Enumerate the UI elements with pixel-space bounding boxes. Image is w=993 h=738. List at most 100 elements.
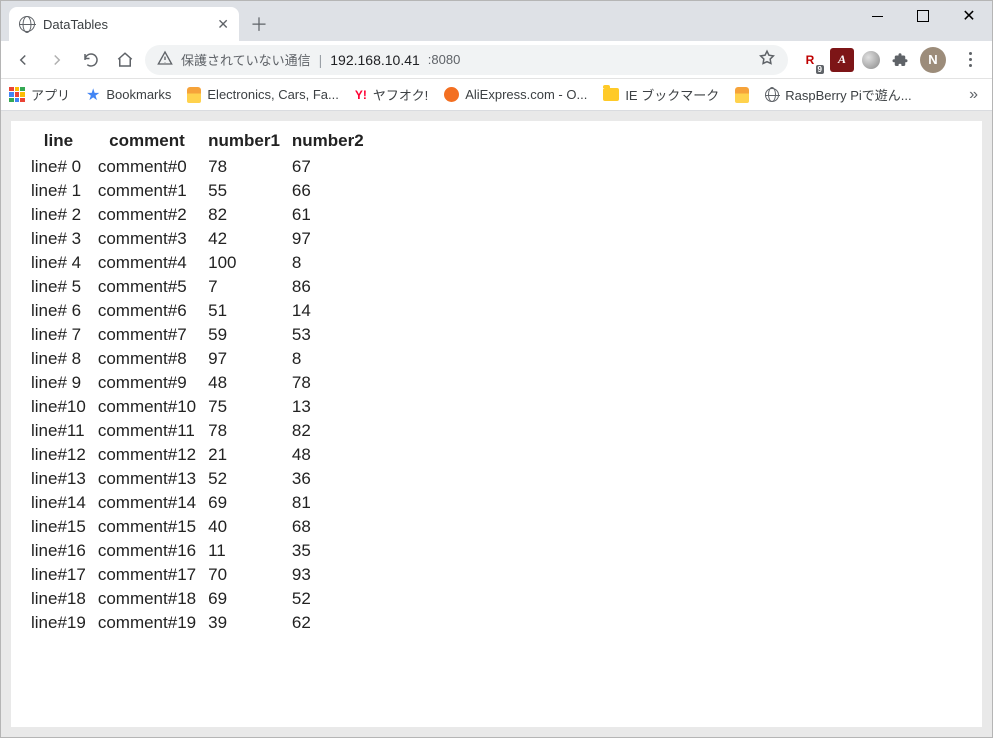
bookmarks-bar: アプリ ★ Bookmarks Electronics, Cars, Fa...… (1, 79, 992, 111)
table-row: line# 8comment#8978 (25, 347, 370, 371)
bag-icon (187, 87, 201, 103)
cell-number1: 82 (202, 203, 286, 227)
extension-acrobat[interactable]: A (830, 48, 854, 72)
cell-line: line#18 (25, 587, 92, 611)
reload-button[interactable] (77, 46, 105, 74)
cell-number2: 97 (286, 227, 370, 251)
cell-line: line# 7 (25, 323, 92, 347)
cell-number1: 69 (202, 587, 286, 611)
window-controls: ✕ (854, 1, 992, 31)
chrome-menu-button[interactable] (956, 52, 984, 67)
cell-number2: 68 (286, 515, 370, 539)
profile-avatar[interactable]: N (920, 47, 946, 73)
bookmark-ie-folder[interactable]: IE ブックマーク (603, 85, 719, 104)
viewport: line comment number1 number2 line# 0comm… (1, 111, 992, 737)
cell-line: line#12 (25, 443, 92, 467)
bookmark-label: ヤフオク! (373, 85, 428, 104)
cell-number1: 70 (202, 563, 286, 587)
toolbar: 保護されていない通信 | 192.168.10.41:8080 R9 A N (1, 41, 992, 79)
folder-icon (603, 88, 619, 101)
cell-number1: 75 (202, 395, 286, 419)
bookmark-bookmarks[interactable]: ★ Bookmarks (86, 85, 171, 105)
cell-comment: comment#10 (92, 395, 202, 419)
extension-generic[interactable] (862, 51, 880, 69)
col-number2[interactable]: number2 (286, 129, 370, 155)
cell-comment: comment#9 (92, 371, 202, 395)
bookmark-raspberry[interactable]: RaspBerry Piで遊ん... (765, 85, 911, 104)
window-maximize-button[interactable] (900, 1, 946, 31)
cell-number2: 14 (286, 299, 370, 323)
cell-comment: comment#2 (92, 203, 202, 227)
bookmark-yahoo[interactable]: Y! ヤフオク! (355, 85, 428, 104)
table-row: line#16comment#161135 (25, 539, 370, 563)
security-label: 保護されていない通信 (181, 50, 311, 69)
table-row: line#13comment#135236 (25, 467, 370, 491)
home-button[interactable] (111, 46, 139, 74)
col-number1[interactable]: number1 (202, 129, 286, 155)
extension-rakuten[interactable]: R9 (798, 48, 822, 72)
cell-comment: comment#4 (92, 251, 202, 275)
apps-icon (9, 87, 25, 103)
cell-comment: comment#12 (92, 443, 202, 467)
bookmark-apps[interactable]: アプリ (9, 85, 70, 104)
bookmark-star-icon[interactable] (758, 49, 776, 70)
bookmark-ali[interactable]: AliExpress.com - O... (444, 87, 587, 102)
extension-badge: 9 (816, 65, 824, 74)
page-content[interactable]: line comment number1 number2 line# 0comm… (11, 121, 982, 727)
cell-number1: 42 (202, 227, 286, 251)
extensions-button[interactable] (888, 48, 912, 72)
cell-number1: 100 (202, 251, 286, 275)
cell-line: line#15 (25, 515, 92, 539)
table-row: line#12comment#122148 (25, 443, 370, 467)
new-tab-button[interactable]: ＋ (245, 10, 273, 38)
cell-number1: 21 (202, 443, 286, 467)
cell-number1: 11 (202, 539, 286, 563)
cell-comment: comment#18 (92, 587, 202, 611)
table-row: line# 9comment#94878 (25, 371, 370, 395)
cell-number1: 69 (202, 491, 286, 515)
forward-button[interactable] (43, 46, 71, 74)
bookmarks-overflow-button[interactable]: » (969, 86, 984, 104)
col-comment[interactable]: comment (92, 129, 202, 155)
bookmark-ecf[interactable]: Electronics, Cars, Fa... (187, 87, 338, 103)
cell-line: line# 5 (25, 275, 92, 299)
tab-close-icon[interactable]: ✕ (217, 17, 229, 31)
cell-line: line#14 (25, 491, 92, 515)
avatar-initial: N (928, 52, 937, 67)
address-bar[interactable]: 保護されていない通信 | 192.168.10.41:8080 (145, 45, 788, 75)
table-row: line# 7comment#75953 (25, 323, 370, 347)
window-minimize-button[interactable] (854, 1, 900, 31)
back-button[interactable] (9, 46, 37, 74)
cell-comment: comment#11 (92, 419, 202, 443)
table-row: line#19comment#193962 (25, 611, 370, 635)
cell-line: line#19 (25, 611, 92, 635)
browser-tab[interactable]: DataTables ✕ (9, 7, 239, 41)
not-secure-icon (157, 50, 173, 69)
cell-comment: comment#15 (92, 515, 202, 539)
col-line[interactable]: line (25, 129, 92, 155)
cell-comment: comment#16 (92, 539, 202, 563)
titlebar: DataTables ✕ ＋ ✕ (1, 1, 992, 41)
cell-number1: 51 (202, 299, 286, 323)
table-row: line# 3comment#34297 (25, 227, 370, 251)
cell-number1: 97 (202, 347, 286, 371)
cell-line: line# 4 (25, 251, 92, 275)
bookmark-label: アプリ (31, 85, 70, 104)
aliexpress-icon (444, 87, 459, 102)
cell-line: line#17 (25, 563, 92, 587)
cell-number2: 61 (286, 203, 370, 227)
bookmark-label: IE ブックマーク (625, 85, 719, 104)
cell-line: line# 2 (25, 203, 92, 227)
star-icon: ★ (86, 85, 100, 105)
cell-number1: 48 (202, 371, 286, 395)
url-host: 192.168.10.41 (330, 52, 420, 68)
cell-line: line#16 (25, 539, 92, 563)
extensions: R9 A N (794, 47, 950, 73)
table-row: line# 6comment#65114 (25, 299, 370, 323)
cell-number1: 55 (202, 179, 286, 203)
cell-number2: 52 (286, 587, 370, 611)
table-row: line# 1comment#15566 (25, 179, 370, 203)
cell-line: line# 9 (25, 371, 92, 395)
bookmark-bag2[interactable] (735, 87, 749, 103)
window-close-button[interactable]: ✕ (946, 1, 992, 31)
